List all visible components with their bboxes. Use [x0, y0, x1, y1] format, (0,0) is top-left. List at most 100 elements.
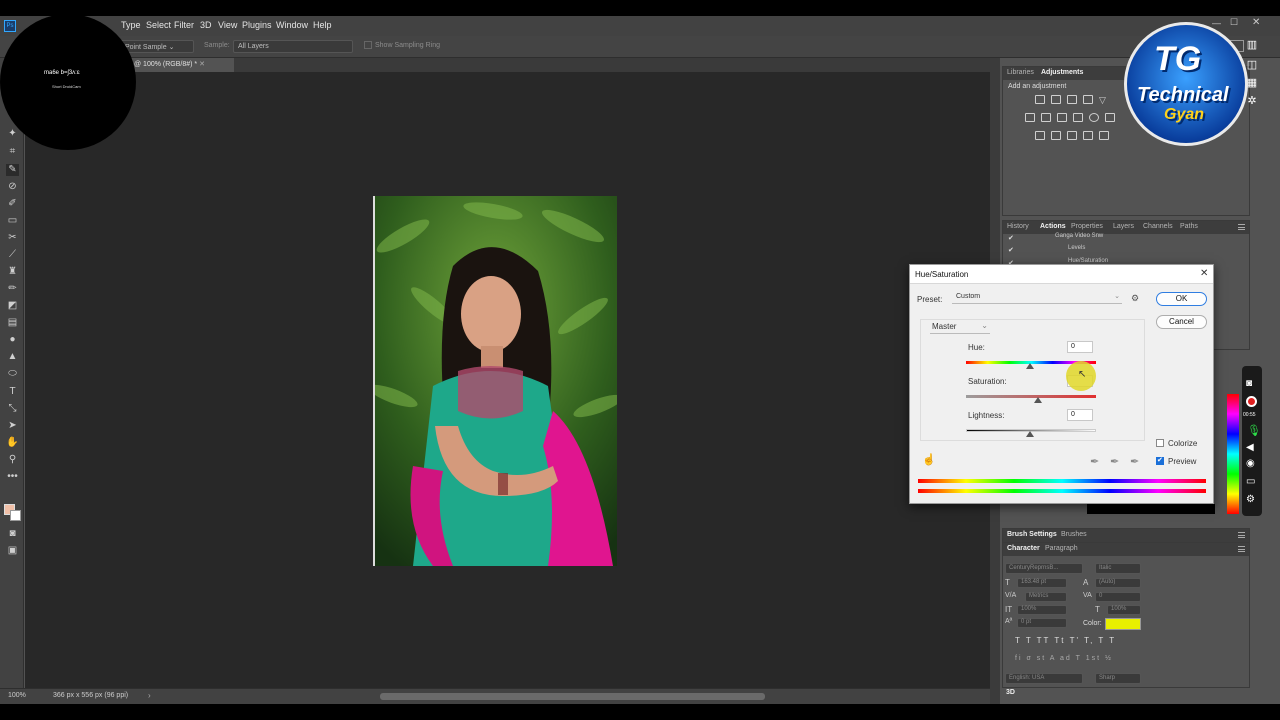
brightness-icon[interactable] — [1035, 95, 1045, 104]
invert-icon[interactable] — [1035, 131, 1045, 140]
hue-sat-icon[interactable] — [1025, 113, 1035, 122]
menu-plugins[interactable]: Plugins — [242, 20, 272, 30]
cancel-button[interactable]: Cancel — [1156, 315, 1207, 329]
actions-menu-icon[interactable] — [1238, 224, 1245, 230]
glyph-button[interactable]: 1st — [1086, 655, 1101, 662]
color-lookup-icon[interactable] — [1105, 113, 1115, 122]
hue-slider-thumb[interactable] — [1026, 363, 1034, 369]
glyph-button[interactable]: T, — [1084, 636, 1094, 645]
3d-panel-label[interactable]: 3D — [1006, 689, 1015, 696]
preset-select[interactable]: Custom ⌄ — [952, 291, 1122, 304]
gradient-icon[interactable]: ▤ — [6, 317, 19, 329]
preview-checkbox[interactable] — [1156, 456, 1164, 465]
more-tools-icon[interactable]: ••• — [6, 471, 19, 483]
type-icon[interactable]: T — [6, 386, 19, 398]
glyph-button[interactable]: T — [1015, 636, 1022, 645]
saturation-slider-track[interactable] — [966, 395, 1096, 398]
glyph-button[interactable]: ½ — [1105, 655, 1113, 662]
pencil-icon[interactable]: ✏ — [6, 283, 19, 295]
tab-channels[interactable]: Channels — [1143, 223, 1173, 230]
menu-window[interactable]: Window — [276, 20, 308, 30]
mic-icon[interactable]: 🎙 — [1247, 424, 1261, 437]
healing-icon[interactable]: ⊘ — [6, 181, 19, 193]
anti-alias-select[interactable]: Sharp — [1095, 673, 1141, 684]
tab-brushes[interactable]: Brushes — [1061, 531, 1087, 538]
tab-history[interactable]: History — [1007, 223, 1029, 230]
pen-icon[interactable]: ⬭ — [6, 368, 19, 380]
bw-icon[interactable] — [1057, 113, 1067, 122]
gradient-map-icon[interactable] — [1083, 131, 1093, 140]
color-field[interactable] — [1087, 504, 1215, 514]
targeted-adjust-hand-icon[interactable]: ☝ — [922, 453, 936, 466]
font-style-select[interactable]: Italic — [1095, 563, 1141, 574]
action-check-icon[interactable]: ✔ — [1008, 246, 1014, 254]
zoom-icon[interactable]: ⚲ — [6, 454, 19, 466]
ok-button[interactable]: OK — [1156, 292, 1207, 306]
zoom-level[interactable]: 100% — [8, 692, 26, 699]
webcam-icon[interactable]: ◉ — [1246, 458, 1255, 469]
history-brush-icon[interactable]: ✂ — [6, 232, 19, 244]
tab-libraries[interactable]: Libraries — [1007, 69, 1034, 76]
background-color-swatch[interactable] — [10, 510, 21, 521]
stamp-icon[interactable]: ▭ — [6, 215, 19, 227]
glyph-button[interactable]: A — [1050, 655, 1056, 662]
glyph-button[interactable]: T — [1098, 636, 1105, 645]
character-menu-icon[interactable] — [1238, 546, 1245, 552]
lightness-input[interactable]: 0 — [1067, 409, 1093, 421]
opentype-buttons[interactable]: fi σ st A ad T 1st ½ — [1015, 655, 1145, 667]
eyedropper-icon[interactable]: ✎ — [6, 164, 19, 176]
status-arrow-icon[interactable]: › — [148, 691, 151, 700]
document-tab[interactable]: @ 100% (RGB/8#) * ✕ — [130, 58, 234, 72]
show-ring-checkbox[interactable] — [364, 41, 372, 49]
kerning-field[interactable]: Metrics — [1025, 592, 1067, 602]
action-check-icon[interactable]: ✔ — [1008, 234, 1014, 242]
horizontal-scrollbar[interactable] — [380, 693, 765, 700]
tab-actions[interactable]: Actions — [1040, 223, 1066, 230]
hue-spectrum-bar[interactable] — [1227, 394, 1239, 514]
magic-wand-icon[interactable]: ✦ — [6, 128, 19, 140]
blur-icon[interactable]: ● — [6, 334, 19, 346]
exposure-icon[interactable] — [1083, 95, 1093, 104]
selective-color-icon[interactable] — [1099, 131, 1109, 140]
glyph-button[interactable]: T — [1076, 655, 1082, 662]
tab-adjustments[interactable]: Adjustments — [1041, 69, 1083, 76]
text-style-buttons[interactable]: T T TT Tt T' T, T T — [1015, 636, 1135, 648]
crop-icon[interactable]: ⌗ — [6, 146, 19, 158]
tab-paragraph[interactable]: Paragraph — [1045, 545, 1078, 552]
eyedropper-icon[interactable]: ✒ — [1090, 455, 1099, 468]
text-color-swatch[interactable] — [1105, 618, 1141, 630]
glyph-button[interactable]: fi — [1015, 655, 1023, 662]
vertical-scale-field[interactable]: 100% — [1017, 605, 1067, 615]
preset-gear-icon[interactable]: ⚙ — [1131, 293, 1139, 304]
glyph-button[interactable]: ad — [1060, 655, 1072, 662]
hue-input[interactable]: 0 — [1067, 341, 1093, 353]
threshold-icon[interactable] — [1067, 131, 1077, 140]
dialog-title-bar[interactable]: Hue/Saturation ✕ — [910, 265, 1213, 284]
tab-paths[interactable]: Paths — [1180, 223, 1198, 230]
curves-icon[interactable] — [1067, 95, 1077, 104]
color-balance-icon[interactable] — [1041, 113, 1051, 122]
glyph-button[interactable]: T — [1109, 636, 1116, 645]
action-item[interactable]: Ganga Video Snw — [1055, 233, 1103, 239]
document-info[interactable]: 366 px x 556 px (96 ppi) — [53, 692, 128, 699]
menu-type[interactable]: Type — [121, 20, 141, 30]
glyph-button[interactable]: Tt — [1054, 636, 1065, 645]
tab-character[interactable]: Character — [1007, 545, 1040, 552]
levels-icon[interactable] — [1051, 95, 1061, 104]
baseline-field[interactable]: 0 pt — [1017, 618, 1067, 628]
speaker-icon[interactable]: ◀ — [1246, 442, 1254, 453]
direct-select-icon[interactable]: ➤ — [6, 420, 19, 432]
eraser-icon[interactable]: ⟋ — [6, 249, 19, 261]
leading-field[interactable]: (Auto) — [1095, 578, 1141, 588]
menu-view[interactable]: View — [218, 20, 237, 30]
stamp2-icon[interactable]: ♜ — [6, 266, 19, 278]
tab-close-icon[interactable]: ✕ — [199, 61, 205, 68]
quick-mask-icon[interactable]: ◙ — [6, 528, 19, 540]
glyph-button[interactable]: σ — [1026, 655, 1032, 662]
horizontal-scale-field[interactable]: 100% — [1107, 605, 1141, 615]
lightness-slider-thumb[interactable] — [1026, 431, 1034, 437]
brush-menu-icon[interactable] — [1238, 532, 1245, 538]
sample-size-select[interactable]: Point Sample ⌄ — [120, 40, 194, 53]
dialog-close-icon[interactable]: ✕ — [1200, 268, 1208, 279]
colorize-checkbox[interactable] — [1156, 439, 1164, 447]
